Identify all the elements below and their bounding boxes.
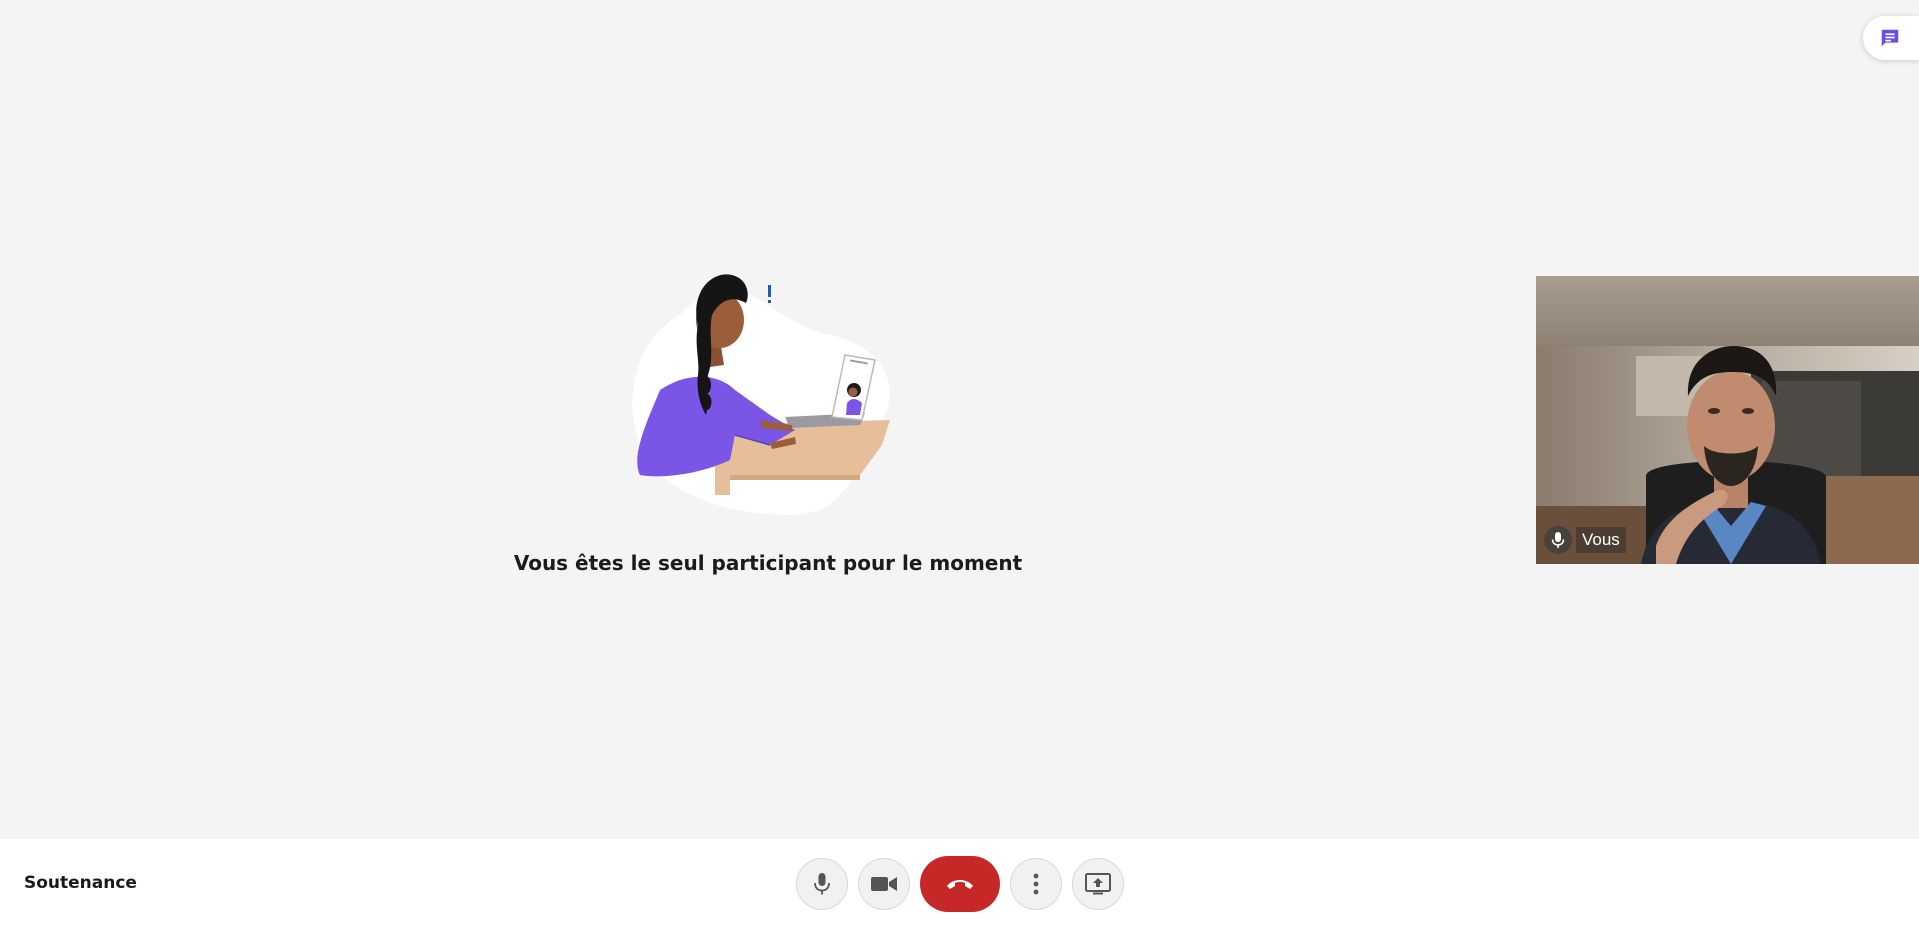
self-camera-feed bbox=[1536, 276, 1919, 564]
microphone-icon bbox=[814, 873, 830, 895]
self-name-label: Vous bbox=[1544, 526, 1626, 554]
screen-share-icon bbox=[1085, 873, 1111, 895]
chat-icon bbox=[1881, 29, 1899, 47]
chat-toggle-button[interactable] bbox=[1863, 16, 1919, 60]
video-camera-icon bbox=[871, 877, 897, 891]
self-microphone-icon bbox=[1544, 526, 1572, 554]
microphone-button[interactable] bbox=[796, 858, 848, 910]
meeting-title: Soutenance bbox=[24, 873, 137, 893]
screen-share-button[interactable] bbox=[1072, 858, 1124, 910]
more-vertical-icon bbox=[1033, 873, 1039, 895]
call-toolbar: Soutenance bbox=[0, 839, 1919, 927]
more-options-button[interactable] bbox=[1010, 858, 1062, 910]
self-name-text: Vous bbox=[1576, 527, 1626, 553]
meeting-stage: Vous êtes le seul participant pour le mo… bbox=[0, 0, 1919, 839]
self-video-tile[interactable]: Vous bbox=[1536, 276, 1919, 564]
alone-message: Vous êtes le seul participant pour le mo… bbox=[513, 551, 1023, 575]
phone-hangup-icon bbox=[947, 880, 973, 889]
alone-illustration bbox=[632, 274, 890, 515]
camera-button[interactable] bbox=[858, 858, 910, 910]
hangup-button[interactable] bbox=[920, 856, 1000, 912]
call-controls bbox=[796, 856, 1124, 912]
